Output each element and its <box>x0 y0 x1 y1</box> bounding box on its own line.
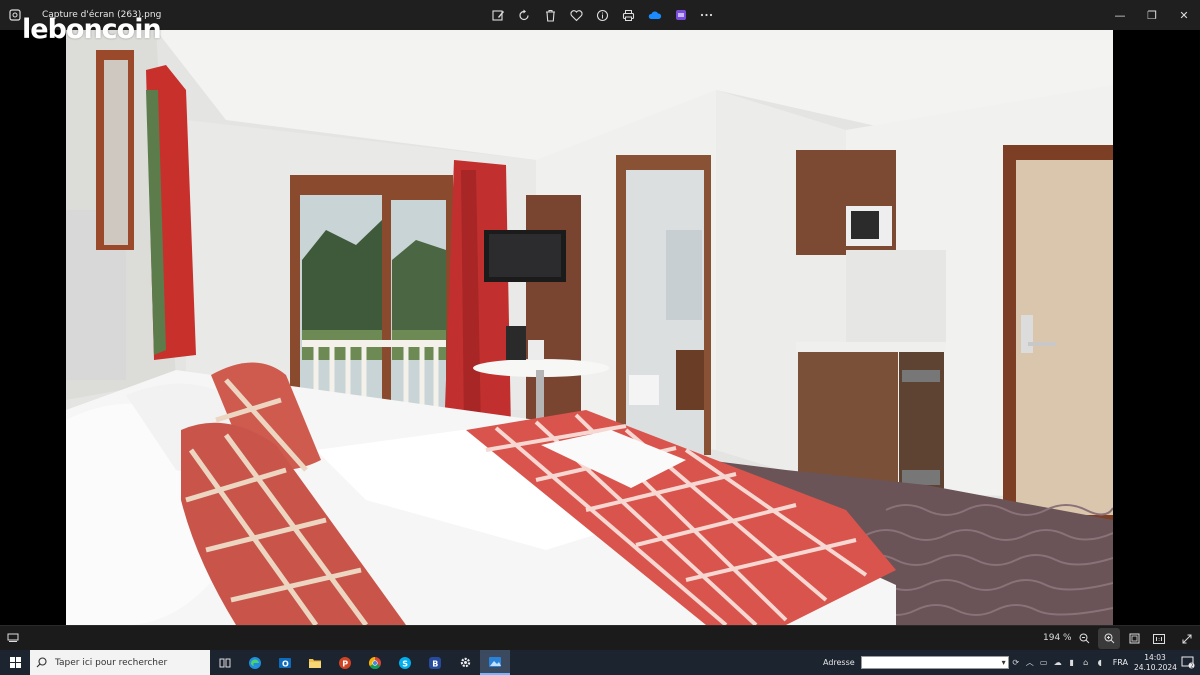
fullscreen-icon[interactable] <box>1176 628 1198 649</box>
favorite-icon[interactable] <box>568 4 585 26</box>
task-view-icon[interactable] <box>210 650 240 675</box>
outlook-icon[interactable]: O <box>270 650 300 675</box>
notifications-button[interactable]: 2 <box>1176 650 1200 675</box>
leboncoin-watermark: leboncoin <box>22 14 162 45</box>
settings-icon[interactable] <box>450 650 480 675</box>
clock-time: 14:03 <box>1144 652 1166 662</box>
windows-taskbar: Taper ici pour rechercher O P S B Adress… <box>0 650 1200 675</box>
input-language[interactable]: FRA <box>1113 658 1128 667</box>
rotate-icon[interactable] <box>516 4 533 26</box>
file-explorer-icon[interactable] <box>300 650 330 675</box>
search-placeholder: Taper ici pour rechercher <box>55 657 168 668</box>
powerpoint-icon[interactable]: P <box>330 650 360 675</box>
clock-date: 24.10.2024 <box>1134 662 1177 672</box>
onedrive-icon[interactable] <box>646 4 663 26</box>
print-icon[interactable] <box>620 4 637 26</box>
zoom-out-icon[interactable] <box>1073 628 1095 649</box>
filmstrip-icon[interactable] <box>0 626 26 651</box>
close-button[interactable]: ✕ <box>1168 0 1200 30</box>
window-controls: — ❐ ✕ <box>1104 0 1200 30</box>
outlook-letter: O <box>282 659 289 668</box>
fit-to-window-icon[interactable] <box>1123 628 1145 649</box>
viewer-status-bar: 194 % <box>0 625 1200 650</box>
network-icon[interactable]: ⌂ <box>1079 650 1093 675</box>
notification-count: 2 <box>1190 663 1193 669</box>
zoom-in-icon[interactable] <box>1098 628 1120 649</box>
restore-button[interactable]: ❐ <box>1136 0 1168 30</box>
volume-icon[interactable]: ◖ <box>1093 650 1107 675</box>
edit-icon[interactable] <box>490 4 507 26</box>
edge-icon[interactable] <box>240 650 270 675</box>
chrome-icon[interactable] <box>360 650 390 675</box>
bing-letter: B <box>432 659 438 668</box>
delete-icon[interactable] <box>542 4 559 26</box>
address-input[interactable]: ▾ <box>860 656 1009 669</box>
battery-icon[interactable]: ▮ <box>1065 650 1079 675</box>
image-viewport[interactable] <box>0 30 1200 625</box>
minimize-button[interactable]: — <box>1104 0 1136 30</box>
taskbar-clock[interactable]: 14:03 24.10.2024 <box>1134 652 1177 673</box>
search-icon <box>36 657 47 668</box>
skype-letter: S <box>402 659 408 668</box>
title-bar: Capture d'écran (263).png — ❐ ✕ <box>0 0 1200 30</box>
photos-taskbar-icon[interactable] <box>480 650 510 675</box>
bluetooth-device-icon[interactable]: ▭ <box>1037 650 1051 675</box>
bing-icon[interactable]: B <box>420 650 450 675</box>
skype-icon[interactable]: S <box>390 650 420 675</box>
info-icon[interactable] <box>594 4 611 26</box>
refresh-icon[interactable]: ⟳ <box>1009 650 1023 675</box>
hotel-room-photo <box>66 30 1113 625</box>
clipchamp-icon[interactable] <box>672 4 689 26</box>
zoom-level: 194 % <box>1043 633 1072 643</box>
show-hidden-icons-chevron-up-icon[interactable]: ︿ <box>1023 650 1037 675</box>
image-toolbar <box>490 0 715 30</box>
photos-app-window: Capture d'écran (263).png — ❐ ✕ leboncoi… <box>0 0 1200 675</box>
cloud-icon[interactable]: ☁ <box>1051 650 1065 675</box>
actual-size-icon[interactable] <box>1148 628 1170 649</box>
address-toolbar-label: Adresse <box>822 658 855 667</box>
more-icon[interactable] <box>698 4 715 26</box>
system-tray: Adresse ▾ ⟳ ︿ ▭ ☁ ▮ ⌂ ◖ FRA 14:03 24.10.… <box>823 650 1200 675</box>
chevron-down-icon[interactable]: ▾ <box>1002 658 1006 667</box>
powerpoint-letter: P <box>342 659 348 668</box>
start-button[interactable] <box>0 650 30 675</box>
taskbar-search-box[interactable]: Taper ici pour rechercher <box>30 650 210 675</box>
